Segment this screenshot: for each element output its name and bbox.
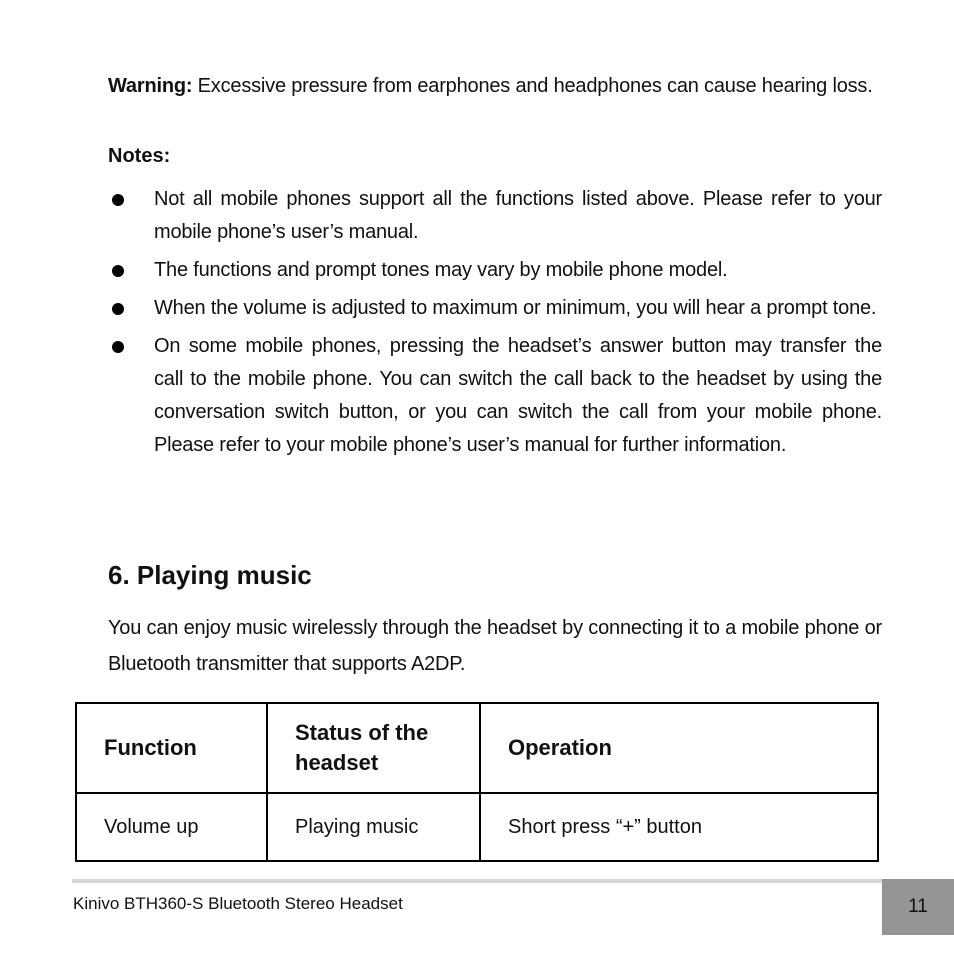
page-number: 11 [882,879,954,935]
section-title: 6. Playing music [108,560,312,590]
table-row: Volume up Playing music Short press “+” … [75,792,879,862]
bullet-icon [112,341,124,353]
warning-paragraph: Warning: Excessive pressure from earphon… [108,70,882,103]
list-item: On some mobile phones, pressing the head… [108,330,882,462]
function-table: Function Status of the headset Operation… [75,702,879,862]
bullet-icon [112,265,124,277]
bullet-icon [112,303,124,315]
header-function: Function [75,702,268,794]
notes-list: Not all mobile phones support all the fu… [108,183,882,467]
bullet-icon [112,194,124,206]
warning-label: Warning: [108,75,193,97]
cell-operation: Short press “+” button [479,792,879,862]
list-item: Not all mobile phones support all the fu… [108,183,882,249]
cell-function: Volume up [75,792,268,862]
list-item: When the volume is adjusted to maximum o… [108,292,882,325]
footer-rule [72,879,884,883]
notes-heading: Notes: [108,145,171,167]
section-intro: You can enjoy music wirelessly through t… [108,617,882,675]
cell-status: Playing music [266,792,481,862]
header-operation: Operation [479,702,879,794]
warning-text: Excessive pressure from earphones and he… [192,75,873,97]
footer-title: Kinivo BTH360-S Bluetooth Stereo Headset [73,894,403,913]
list-item: The functions and prompt tones may vary … [108,254,882,287]
table-header-row: Function Status of the headset Operation [75,702,879,794]
header-status: Status of the headset [266,702,481,794]
